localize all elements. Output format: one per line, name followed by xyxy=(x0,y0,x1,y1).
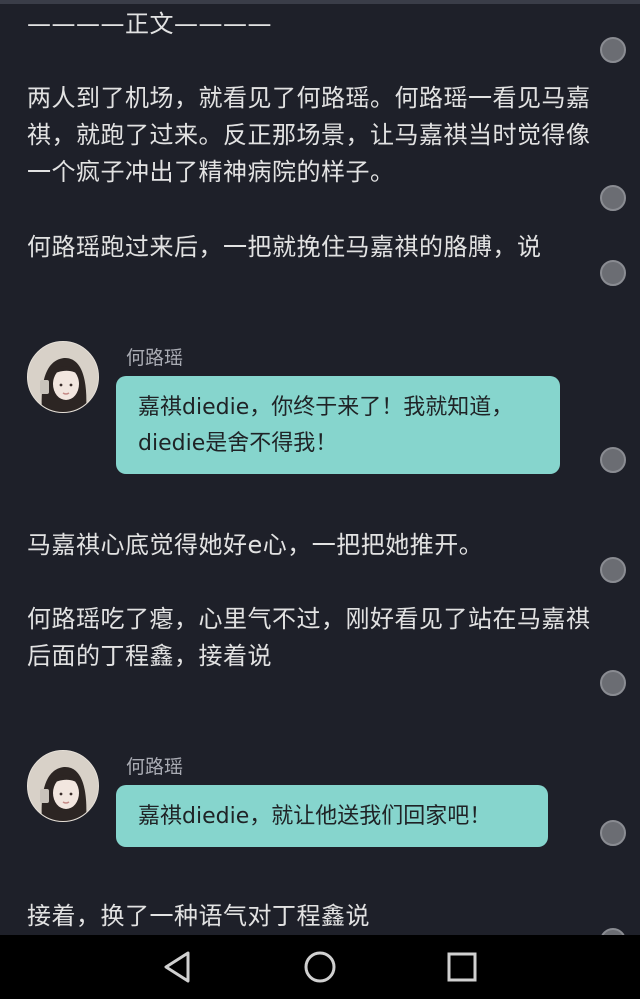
recents-button[interactable] xyxy=(442,947,482,987)
scroll-marker[interactable] xyxy=(600,820,626,846)
story-paragraph: 两人到了机场，就看见了何路瑶。何路瑶一看见马嘉祺，就跑了过来。反正那场景，让马嘉… xyxy=(27,84,591,186)
girl-avatar-icon xyxy=(28,342,98,412)
back-icon xyxy=(164,951,190,983)
story-paragraph: 接着，换了一种语气对丁程鑫说 xyxy=(27,902,370,930)
system-navigation-bar xyxy=(0,935,640,999)
chat-bubble: 嘉祺diedie，你终于来了！我就知道，diedie是舍不得我！ xyxy=(116,376,560,474)
story-paragraph: 马嘉祺心底觉得她好e心，一把把她推开。 xyxy=(27,531,484,559)
avatar[interactable] xyxy=(27,341,99,413)
sender-name: 何路瑶 xyxy=(126,756,184,778)
scroll-marker[interactable] xyxy=(600,670,626,696)
scroll-marker[interactable] xyxy=(600,260,626,286)
story-paragraph: 何路瑶吃了瘪，心里气不过，刚好看见了站在马嘉祺后面的丁程鑫，接着说 xyxy=(27,605,591,670)
scroll-marker[interactable] xyxy=(600,557,626,583)
back-button[interactable] xyxy=(158,947,198,987)
scroll-marker[interactable] xyxy=(600,37,626,63)
home-button[interactable] xyxy=(300,947,340,987)
reading-screen: ————正文———— 两人到了机场，就看见了何路瑶。何路瑶一看见马嘉祺，就跑了过… xyxy=(0,0,640,999)
scroll-marker[interactable] xyxy=(600,185,626,211)
recents-icon xyxy=(447,952,477,982)
story-content[interactable]: ————正文———— 两人到了机场，就看见了何路瑶。何路瑶一看见马嘉祺，就跑了过… xyxy=(0,0,640,935)
story-paragraph: 何路瑶跑过来后，一把就挽住马嘉祺的胳膊，说 xyxy=(27,233,542,261)
girl-avatar-icon xyxy=(28,751,98,821)
scroll-marker[interactable] xyxy=(600,447,626,473)
home-icon xyxy=(304,951,336,983)
sender-name: 何路瑶 xyxy=(126,347,184,369)
chat-bubble: 嘉祺diedie，就让他送我们回家吧！ xyxy=(116,785,548,847)
section-header: ————正文———— xyxy=(27,10,272,38)
avatar[interactable] xyxy=(27,750,99,822)
